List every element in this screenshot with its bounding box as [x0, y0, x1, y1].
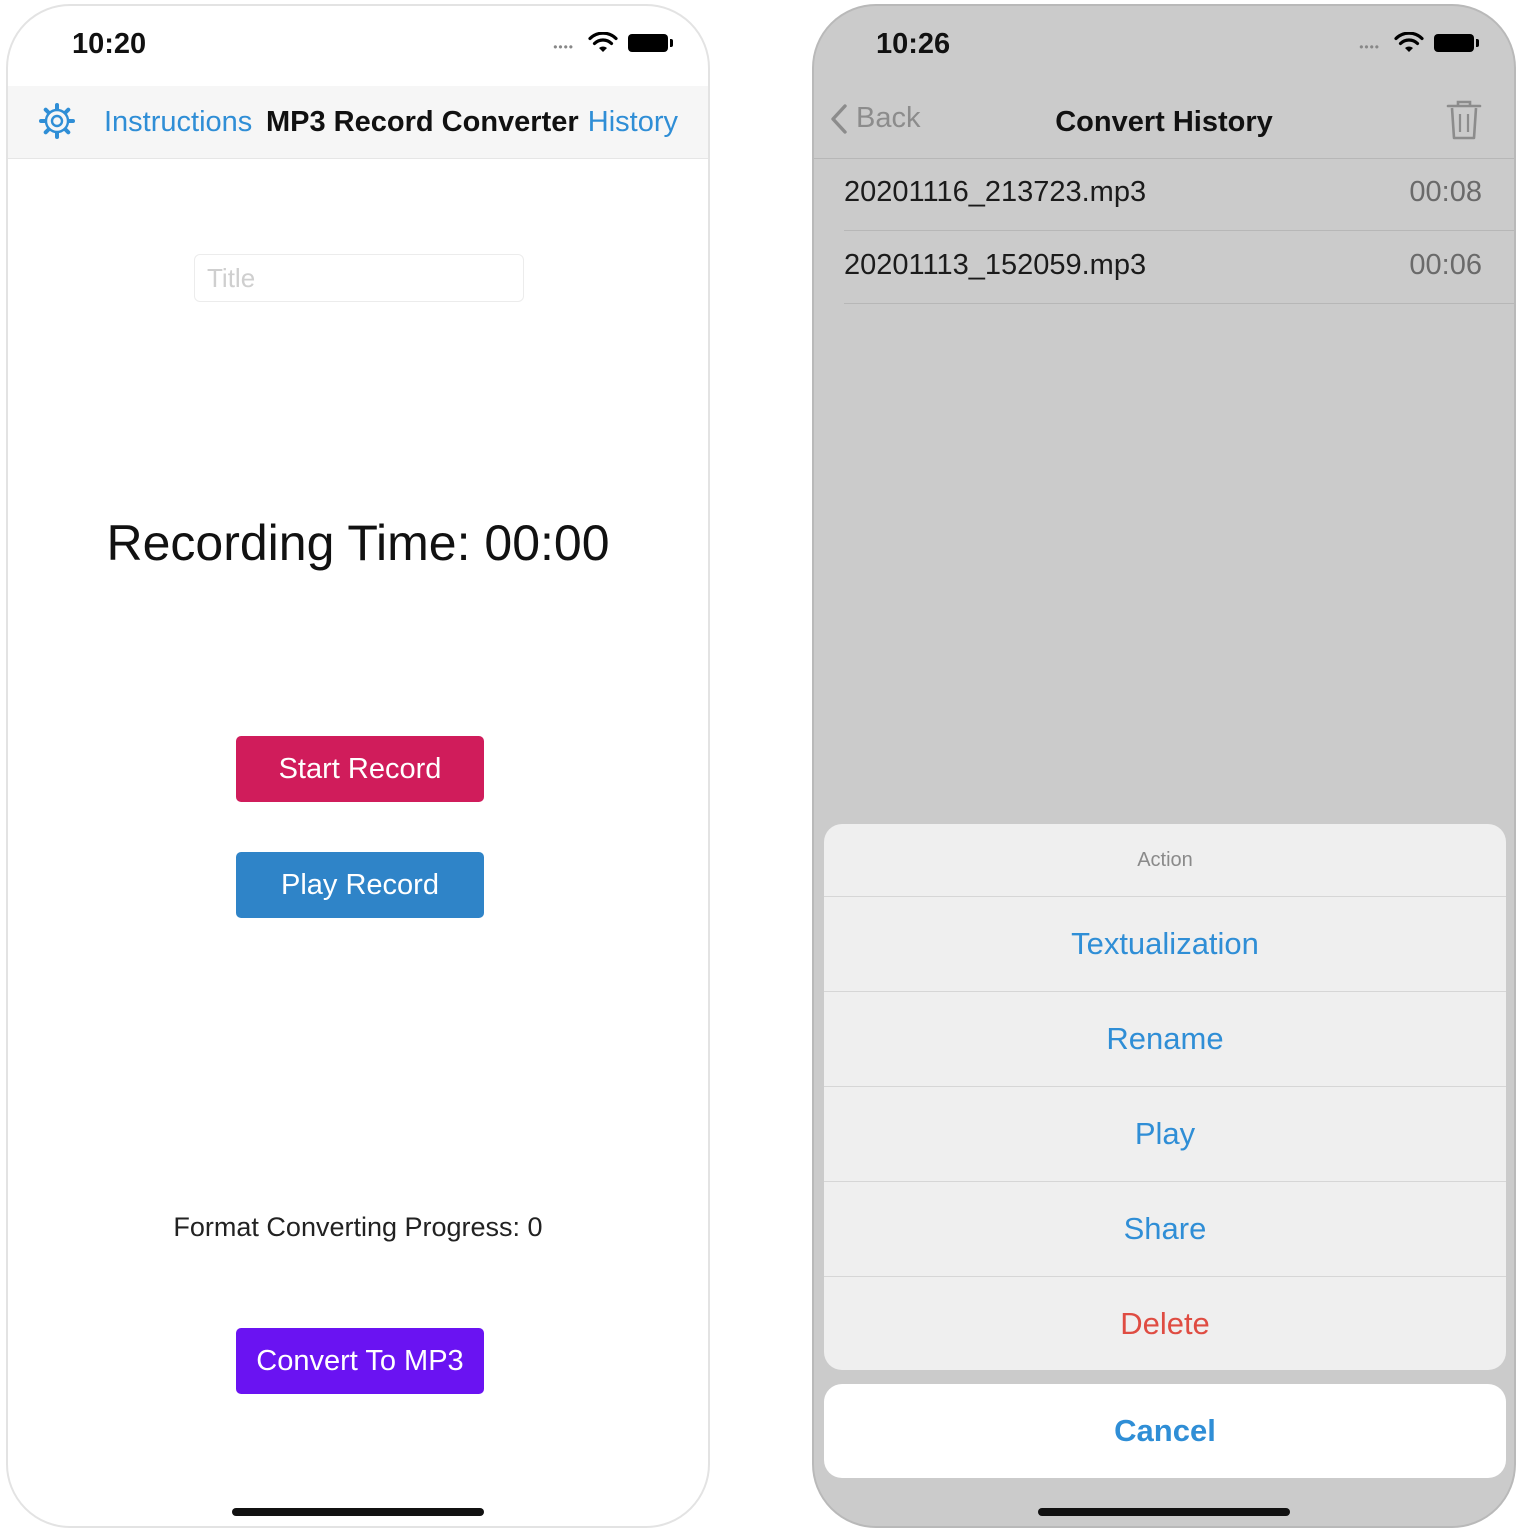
trash-icon[interactable] — [1444, 98, 1484, 142]
history-link[interactable]: History — [588, 106, 678, 139]
instructions-link[interactable]: Instructions — [104, 106, 252, 139]
navigation-bar: Instructions MP3 Record Converter Histor… — [8, 86, 708, 159]
status-time: 10:20 — [72, 28, 147, 60]
file-duration: 00:08 — [1409, 176, 1482, 208]
cancel-button[interactable]: Cancel — [824, 1384, 1506, 1478]
wifi-icon — [1394, 32, 1424, 52]
status-icons: •••• — [1359, 32, 1479, 54]
history-row[interactable]: 20201116_213723.mp3 00:08 — [844, 158, 1514, 231]
action-sheet-title: Action — [824, 824, 1506, 897]
history-screen: 10:26 •••• Back Convert History 20201116… — [812, 4, 1516, 1528]
action-sheet: Action Textualization Rename Play Share … — [824, 824, 1506, 1370]
signal-dots-icon: •••• — [553, 40, 574, 54]
status-icons: •••• — [553, 32, 673, 54]
wifi-icon — [588, 32, 618, 52]
status-time: 10:26 — [876, 28, 951, 60]
recording-time-label: Recording Time: 00:00 — [106, 515, 610, 571]
file-name: 20201116_213723.mp3 — [844, 176, 1147, 208]
textualization-action[interactable]: Textualization — [824, 897, 1506, 992]
home-indicator[interactable] — [1038, 1508, 1290, 1516]
page-title: MP3 Record Converter — [266, 106, 579, 138]
file-duration: 00:06 — [1409, 249, 1482, 281]
delete-action[interactable]: Delete — [824, 1277, 1506, 1370]
home-indicator[interactable] — [232, 1508, 484, 1516]
navigation-bar: Back Convert History — [814, 86, 1514, 159]
page-title: Convert History — [1055, 106, 1273, 138]
signal-dots-icon: •••• — [1359, 40, 1380, 54]
history-row[interactable]: 20201113_152059.mp3 00:06 — [844, 231, 1514, 304]
battery-icon — [628, 34, 673, 52]
file-name: 20201113_152059.mp3 — [844, 249, 1147, 281]
gear-icon[interactable] — [38, 102, 76, 140]
battery-icon — [1434, 34, 1479, 52]
play-record-button[interactable]: Play Record — [236, 852, 484, 918]
play-action[interactable]: Play — [824, 1087, 1506, 1182]
recorder-screen: 10:20 •••• Instructions MP3 Record Conve… — [6, 4, 710, 1528]
rename-action[interactable]: Rename — [824, 992, 1506, 1087]
convert-to-mp3-button[interactable]: Convert To MP3 — [236, 1328, 484, 1394]
title-input[interactable] — [194, 254, 524, 302]
converting-progress-label: Format Converting Progress: 0 — [173, 1212, 543, 1242]
start-record-button[interactable]: Start Record — [236, 736, 484, 802]
share-action[interactable]: Share — [824, 1182, 1506, 1277]
